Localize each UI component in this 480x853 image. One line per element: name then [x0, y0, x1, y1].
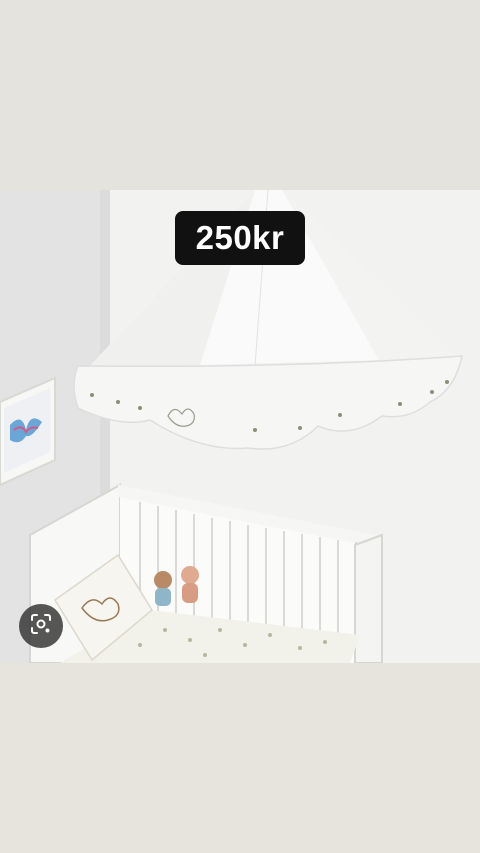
bottom-background [0, 663, 480, 853]
price-label: 250kr [195, 219, 285, 256]
lens-search-button[interactable] [19, 604, 63, 648]
lens-search-icon [29, 612, 53, 641]
price-badge: 250kr [175, 211, 305, 265]
top-background [0, 0, 480, 190]
